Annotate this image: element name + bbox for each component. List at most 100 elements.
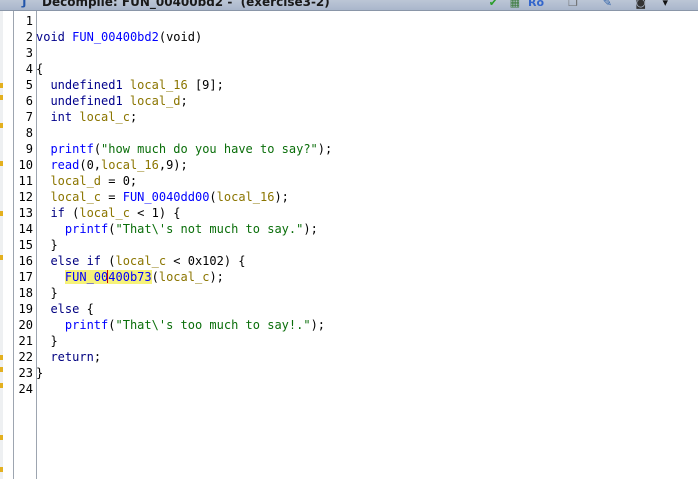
code-token[interactable]: FUN_0040dd00: [123, 190, 210, 204]
code-token: );: [274, 190, 289, 204]
code-token[interactable]: local_c: [50, 190, 101, 204]
code-line[interactable]: void FUN_00400bd2(void): [36, 30, 202, 46]
marker: [0, 435, 3, 440]
code-token: (: [101, 254, 116, 268]
marker: [0, 83, 3, 88]
code-token: ;: [129, 110, 138, 124]
line-number: 12: [18, 190, 33, 204]
code-line[interactable]: }: [36, 334, 57, 350]
code-token[interactable]: printf: [65, 318, 108, 332]
code-token[interactable]: local_c: [79, 110, 130, 124]
window-title: Decompile: FUN_00400bd2 - (exercise3-2): [42, 0, 330, 9]
code-token[interactable]: printf: [50, 142, 93, 156]
line-number: 5: [25, 78, 33, 92]
code-token: {: [36, 62, 44, 76]
line-number: 1: [25, 14, 33, 28]
code-token: }: [36, 286, 58, 300]
line-number: 20: [18, 318, 33, 332]
code-token: < 1) {: [129, 206, 181, 220]
code-token: {: [79, 302, 94, 316]
graph-icon[interactable]: ▦: [510, 0, 520, 10]
code-token[interactable]: local_d: [50, 174, 101, 188]
code-token: }: [36, 238, 58, 252]
snapshot-icon[interactable]: ◙: [635, 0, 646, 10]
code-token: }: [36, 366, 44, 380]
copy-icon[interactable]: ❐: [568, 0, 578, 10]
code-token[interactable]: printf: [65, 222, 108, 236]
line-number: 17: [18, 270, 33, 284]
code-token: "That\'s not much to say.": [115, 222, 304, 236]
code-token[interactable]: local_c: [79, 206, 130, 220]
code-token[interactable]: 400b73: [108, 270, 152, 284]
code-line[interactable]: local_c = FUN_0040dd00(local_16);: [36, 190, 289, 206]
line-number: 13: [18, 206, 33, 220]
code-token[interactable]: local_16: [130, 78, 188, 92]
code-line[interactable]: printf("That\'s not much to say.");: [36, 222, 318, 238]
code-token: (: [209, 190, 217, 204]
code-token: < 0x102) {: [166, 254, 246, 268]
decompiled-code-area[interactable]: void FUN_00400bd2(void) { undefined1 loca…: [36, 11, 698, 479]
code-line[interactable]: }: [36, 286, 58, 302]
code-line[interactable]: undefined1 local_d;: [36, 94, 187, 110]
title-bar: ƒ Decompile: FUN_00400bd2 - (exercise3-2…: [0, 0, 698, 11]
line-number: 6: [25, 94, 33, 108]
code-token[interactable]: read: [50, 158, 79, 172]
code-token: (: [64, 206, 80, 220]
code-line[interactable]: else {: [36, 302, 94, 318]
line-number: 21: [18, 334, 33, 348]
marker: [0, 383, 3, 388]
line-number: 24: [18, 382, 33, 396]
code-line[interactable]: {: [36, 62, 43, 78]
code-token: ;: [93, 350, 102, 364]
edit-icon[interactable]: ✎: [603, 0, 612, 10]
code-token: = 0;: [101, 174, 138, 188]
code-line[interactable]: FUN_00400b73(local_c);: [36, 270, 224, 286]
line-number: 22: [18, 350, 33, 364]
code-line[interactable]: undefined1 local_16 [9];: [36, 78, 224, 94]
code-line[interactable]: read(0,local_16,9);: [36, 158, 187, 174]
line-number: 19: [18, 302, 33, 316]
code-token[interactable]: local_16: [101, 158, 159, 172]
code-token: undefined1: [36, 78, 130, 92]
code-token[interactable]: local_16: [217, 190, 275, 204]
code-line[interactable]: if (local_c < 1) {: [36, 206, 181, 222]
line-number: 23: [18, 366, 33, 380]
code-line[interactable]: local_d = 0;: [36, 174, 137, 190]
code-line[interactable]: int local_c;: [36, 110, 137, 126]
code-token: undefined1: [36, 94, 130, 108]
code-line[interactable]: else if (local_c < 0x102) {: [36, 254, 246, 270]
line-number: 14: [18, 222, 33, 236]
code-token[interactable]: FUN_00400bd2: [72, 30, 159, 44]
code-token[interactable]: local_c: [159, 270, 210, 284]
marker: [0, 95, 3, 100]
menu-chevron-icon[interactable]: ▾: [662, 0, 668, 10]
code-line[interactable]: printf("That\'s too much to say!.");: [36, 318, 325, 334]
code-token[interactable]: local_c: [115, 254, 166, 268]
code-token[interactable]: local_d: [130, 94, 181, 108]
code-line[interactable]: return;: [36, 350, 101, 366]
code-token: if: [50, 206, 65, 220]
code-token: );: [303, 222, 318, 236]
code-token[interactable]: FUN_00: [64, 270, 109, 284]
code-line[interactable]: printf("how much do you have to say?");: [36, 142, 332, 158]
code-token: [9];: [187, 78, 224, 92]
code-line[interactable]: }: [36, 366, 43, 382]
marker: [0, 123, 3, 128]
ro-button[interactable]: Ro: [528, 0, 544, 10]
code-token: "That\'s too much to say!.": [115, 318, 311, 332]
code-line[interactable]: }: [36, 238, 58, 254]
code-token: else: [50, 302, 80, 316]
refresh-icon[interactable]: ✔: [489, 0, 498, 10]
line-number: 2: [25, 30, 33, 44]
line-number: 4: [25, 62, 33, 76]
marker: [0, 355, 3, 360]
code-token: =: [101, 190, 123, 204]
line-number: 10: [18, 158, 33, 172]
code-token: );: [317, 142, 333, 156]
line-number: 18: [18, 286, 33, 300]
